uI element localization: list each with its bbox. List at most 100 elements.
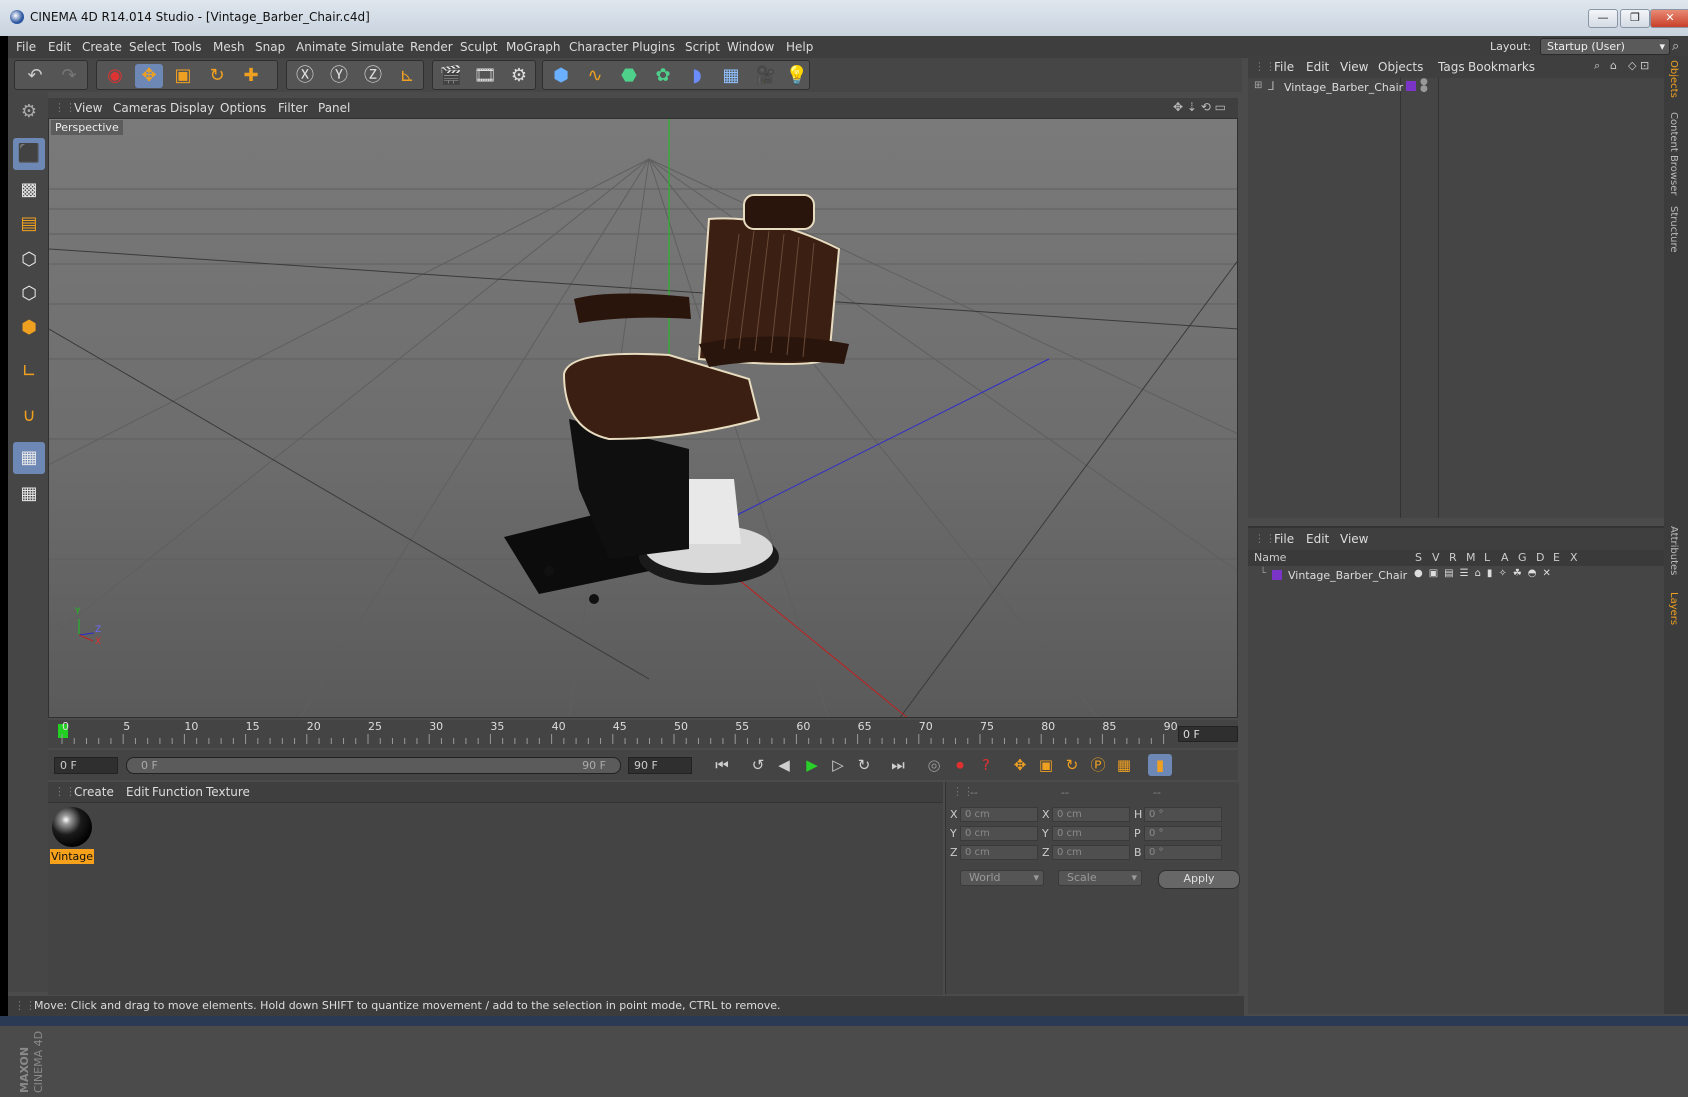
apply-button[interactable]: Apply xyxy=(1158,870,1240,889)
layer-col-manager[interactable]: M xyxy=(1466,551,1476,564)
tab-objects[interactable]: Objects xyxy=(1668,60,1679,98)
layer-col-expressions[interactable]: E xyxy=(1553,551,1560,564)
key-pla-icon[interactable]: ▦ xyxy=(1112,754,1136,776)
menu-window[interactable]: Window xyxy=(727,40,774,54)
size-z-field[interactable]: 0 cm xyxy=(1052,845,1130,860)
object-menu-file[interactable]: File xyxy=(1274,60,1294,74)
render-settings-icon[interactable]: ⚙ xyxy=(505,64,533,88)
autokey-icon[interactable]: ⏺ xyxy=(948,754,972,776)
menu-simulate[interactable]: Simulate xyxy=(351,40,404,54)
coordinate-mode-dropdown[interactable]: World ▾ xyxy=(960,870,1044,886)
restore-button[interactable]: ❐ xyxy=(1620,9,1650,28)
layer-menu-edit[interactable]: Edit xyxy=(1306,532,1329,546)
viewport[interactable]: Perspective Y Z X xyxy=(48,118,1238,718)
layout-dropdown[interactable]: Startup (User) ▾ xyxy=(1540,38,1670,55)
timeline-ruler[interactable]: 0 5 10 15 20 25 30 35 40 45 50 55 60 65 70 75 80 85 90 0 F xyxy=(48,720,1238,748)
go-to-start-icon[interactable]: ⏮ xyxy=(710,754,734,776)
layer-col-generators[interactable]: G xyxy=(1518,551,1527,564)
nurbs-icon[interactable]: ⬣ xyxy=(615,64,643,88)
magnet-icon[interactable]: ∪ xyxy=(13,400,45,432)
key-rotation-icon[interactable]: ↻ xyxy=(1060,754,1084,776)
layer-menu-view[interactable]: View xyxy=(1340,532,1368,546)
locked-workplane-icon[interactable]: ▦ xyxy=(13,478,45,510)
layer-col-solo[interactable]: S xyxy=(1415,551,1422,564)
redo-icon[interactable]: ↷ xyxy=(55,64,83,88)
keyframe-help-icon[interactable]: ? xyxy=(974,754,998,776)
viewport-menu-cameras[interactable]: Cameras xyxy=(113,101,166,115)
y-axis-lock-icon[interactable]: Ⓨ xyxy=(325,64,353,88)
layer-col-view[interactable]: V xyxy=(1432,551,1440,564)
size-y-field[interactable]: 0 cm xyxy=(1052,826,1130,841)
search-icon[interactable]: ⌕ xyxy=(1672,39,1679,54)
position-y-field[interactable]: 0 cm xyxy=(960,826,1038,841)
deformer-icon[interactable]: ◗ xyxy=(683,64,711,88)
position-z-field[interactable]: 0 cm xyxy=(960,845,1038,860)
points-mode-icon[interactable]: ⬡ xyxy=(13,244,45,276)
light-icon[interactable]: 💡 xyxy=(783,64,811,88)
menu-help[interactable]: Help xyxy=(786,40,813,54)
menu-render[interactable]: Render xyxy=(410,40,453,54)
loop-icon[interactable]: ↻ xyxy=(852,754,876,776)
next-frame-icon[interactable]: ▷ xyxy=(826,754,850,776)
scale-icon[interactable]: ▣ xyxy=(169,64,197,88)
polygons-mode-icon[interactable]: ⬢ xyxy=(13,312,45,344)
object-menu-tags[interactable]: Tags xyxy=(1438,60,1465,74)
layer-col-deformers[interactable]: D xyxy=(1536,551,1544,564)
z-axis-lock-icon[interactable]: Ⓩ xyxy=(359,64,387,88)
object-nav-icons[interactable]: ◇ ⊡ xyxy=(1628,59,1649,72)
visibility-dots-icon[interactable]: ● ● xyxy=(1420,78,1428,94)
layer-col-xref[interactable]: X xyxy=(1570,551,1578,564)
menu-snap[interactable]: Snap xyxy=(255,40,285,54)
texture-mode-icon[interactable]: ▩ xyxy=(13,174,45,206)
viewport-menu-filter[interactable]: Filter xyxy=(278,101,308,115)
render-view-icon[interactable]: 🎬 xyxy=(437,64,465,88)
frame-range-slider[interactable]: 0 F 90 F xyxy=(126,757,621,774)
key-position-icon[interactable]: ✥ xyxy=(1008,754,1032,776)
tab-content-browser[interactable]: Content Browser xyxy=(1668,112,1679,195)
menu-mograph[interactable]: MoGraph xyxy=(506,40,561,54)
edges-mode-icon[interactable]: ⬡ xyxy=(13,278,45,310)
menu-mesh[interactable]: Mesh xyxy=(213,40,245,54)
start-frame-field[interactable]: 0 F xyxy=(54,757,118,774)
move-icon[interactable]: ✥ xyxy=(135,64,163,88)
menu-edit[interactable]: Edit xyxy=(48,40,71,54)
object-search-icon[interactable]: ⌕ xyxy=(1594,59,1600,73)
recent-tools-icon[interactable]: ✚ xyxy=(237,64,265,88)
key-scale-icon[interactable]: ▣ xyxy=(1034,754,1058,776)
material-menu-texture[interactable]: Texture xyxy=(206,785,250,799)
rotation-h-field[interactable]: 0 ° xyxy=(1144,807,1222,822)
menu-plugins[interactable]: Plugins xyxy=(632,40,675,54)
model-mode-icon[interactable]: ⬛ xyxy=(13,138,45,170)
step-back-loop-icon[interactable]: ↺ xyxy=(746,754,770,776)
array-icon[interactable]: ✿ xyxy=(649,64,677,88)
key-parameter-icon[interactable]: Ⓟ xyxy=(1086,754,1110,776)
viewport-menu-options[interactable]: Options xyxy=(220,101,266,115)
layer-color-swatch[interactable] xyxy=(1406,81,1416,91)
viewport-nav-icons[interactable]: ✥ ⇣ ⟲ ▭ xyxy=(1173,100,1226,114)
tab-layers[interactable]: Layers xyxy=(1668,592,1679,625)
record-keys-icon[interactable]: ◎ xyxy=(922,754,946,776)
size-x-field[interactable]: 0 cm xyxy=(1052,807,1130,822)
object-menu-objects[interactable]: Objects xyxy=(1378,60,1423,74)
play-icon[interactable]: ▶ xyxy=(800,754,824,776)
current-frame-field[interactable]: 0 F xyxy=(1178,726,1238,742)
rotation-p-field[interactable]: 0 ° xyxy=(1144,826,1222,841)
position-x-field[interactable]: 0 cm xyxy=(960,807,1038,822)
object-menu-bookmarks[interactable]: Bookmarks xyxy=(1468,60,1535,74)
live-selection-icon[interactable]: ◉ xyxy=(101,64,129,88)
material-swatch[interactable]: Vintage xyxy=(50,807,94,864)
rotation-b-field[interactable]: 0 ° xyxy=(1144,845,1222,860)
tab-attributes[interactable]: Attributes xyxy=(1668,526,1679,575)
end-frame-field[interactable]: 90 F xyxy=(628,757,692,774)
viewport-menu-view[interactable]: View xyxy=(74,101,102,115)
barber-chair-model[interactable] xyxy=(504,194,849,604)
snap-grid-icon[interactable]: ▦ xyxy=(13,442,45,474)
object-home-icon[interactable]: ⌂ xyxy=(1610,59,1617,72)
menu-script[interactable]: Script xyxy=(685,40,720,54)
expand-icon[interactable]: ⊞ xyxy=(1254,80,1262,91)
material-menu-function[interactable]: Function xyxy=(152,785,203,799)
minimize-button[interactable]: — xyxy=(1588,9,1618,28)
object-menu-view[interactable]: View xyxy=(1340,60,1368,74)
axis-mode-icon[interactable]: ∟ xyxy=(13,356,45,388)
layer-toggle-icons[interactable]: ●▣▤☰⌂▮✧☘◓✕ xyxy=(1414,568,1557,579)
